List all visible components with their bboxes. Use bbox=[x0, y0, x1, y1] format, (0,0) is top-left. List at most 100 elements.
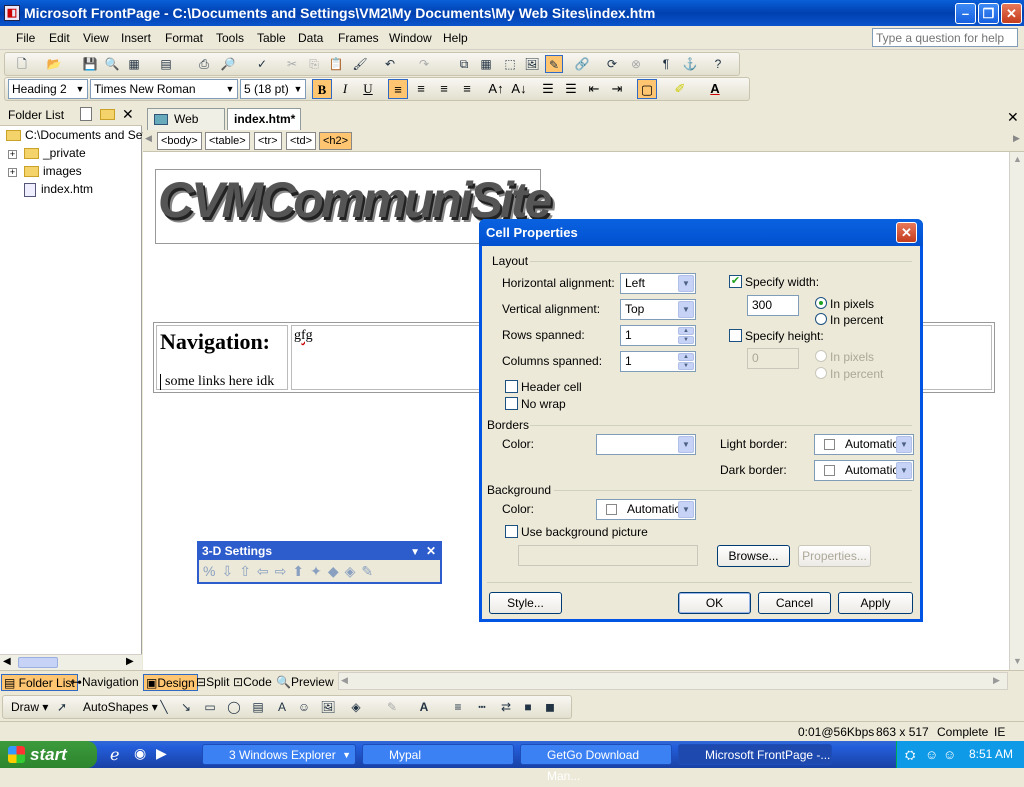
open-icon[interactable]: 📂 bbox=[45, 55, 63, 73]
close-icon[interactable]: ✕ bbox=[122, 106, 134, 123]
scroll-thumb[interactable] bbox=[18, 657, 58, 668]
arrow-style-icon[interactable]: ⇄ bbox=[497, 698, 515, 716]
wordart-icon[interactable]: A bbox=[273, 698, 291, 716]
oval-icon[interactable]: ◯ bbox=[225, 698, 243, 716]
vertical-scrollbar[interactable]: ▲ ▼ bbox=[1009, 152, 1024, 670]
underline-button[interactable]: U bbox=[358, 79, 378, 99]
apply-button[interactable]: Apply bbox=[838, 592, 913, 614]
paste-icon[interactable]: 📋 bbox=[327, 55, 345, 73]
menu-data[interactable]: Data bbox=[298, 31, 323, 45]
line-icon[interactable]: ╲ bbox=[155, 698, 173, 716]
close-button[interactable]: ✕ bbox=[1001, 3, 1022, 24]
task-frontpage[interactable]: Microsoft FrontPage -... bbox=[678, 744, 832, 765]
browser-icon[interactable]: ◉ bbox=[134, 745, 146, 762]
tree-item-index[interactable]: index.htm bbox=[24, 182, 93, 197]
menu-file[interactable]: File bbox=[16, 31, 35, 45]
hyperlink-icon[interactable]: 🔗 bbox=[573, 55, 591, 73]
task-getgo[interactable]: GetGo Download Man... bbox=[520, 744, 672, 783]
network-icon[interactable]: ⛭ bbox=[905, 741, 915, 768]
shadow-icon[interactable]: ■ bbox=[519, 698, 537, 716]
tilt-left-icon[interactable]: ⇦ bbox=[257, 563, 275, 579]
width-pixels-radio[interactable] bbox=[815, 297, 827, 309]
close-icon[interactable]: ✕ bbox=[1007, 109, 1019, 126]
web-component-icon[interactable]: ⧉ bbox=[455, 55, 473, 73]
horizontal-scrollbar[interactable]: ◀ ▶ bbox=[338, 672, 1008, 690]
increase-indent-icon[interactable]: ⇥ bbox=[607, 79, 627, 99]
height-pixels-radio[interactable] bbox=[815, 350, 827, 362]
spin-down-icon[interactable]: ▼ bbox=[678, 336, 694, 344]
menu-view[interactable]: View bbox=[83, 31, 109, 45]
layer-icon[interactable]: ⬚ bbox=[501, 55, 519, 73]
new-page-icon[interactable] bbox=[80, 107, 92, 121]
frontpage-app-icon[interactable]: ◧ bbox=[4, 5, 20, 21]
light-border-select[interactable]: Automatic ▼ bbox=[814, 434, 914, 455]
clipart-icon[interactable]: ☺ bbox=[295, 698, 313, 716]
redo-icon[interactable]: ↷ bbox=[415, 55, 433, 73]
justify-icon[interactable]: ≡ bbox=[457, 79, 477, 99]
drawing-icon[interactable]: ✎ bbox=[545, 55, 563, 73]
table-icon[interactable]: ▦ bbox=[477, 55, 495, 73]
specify-width-checkbox[interactable]: ✔ bbox=[729, 275, 742, 288]
select-pointer-icon[interactable]: ➚ bbox=[53, 698, 71, 716]
lighting-icon[interactable]: ◆ bbox=[328, 563, 345, 579]
surface-icon[interactable]: ◈ bbox=[345, 563, 362, 579]
menu-frames[interactable]: Frames bbox=[338, 31, 379, 45]
cut-icon[interactable]: ✂ bbox=[283, 55, 301, 73]
depth-icon[interactable]: ⬆ bbox=[292, 563, 310, 579]
tag-table[interactable]: <table> bbox=[205, 132, 250, 150]
background-color-select[interactable]: Automatic ▼ bbox=[596, 499, 696, 520]
v-align-select[interactable]: Top ▼ bbox=[620, 299, 696, 320]
help-search-input[interactable] bbox=[872, 28, 1018, 47]
start-button[interactable]: start bbox=[0, 741, 97, 768]
header-cell-checkbox[interactable] bbox=[505, 380, 518, 393]
tag-body[interactable]: <body> bbox=[157, 132, 202, 150]
direction-icon[interactable]: ✦ bbox=[310, 563, 328, 579]
dark-border-select[interactable]: Automatic ▼ bbox=[814, 460, 914, 481]
restore-button[interactable]: ❐ bbox=[978, 3, 999, 24]
dash-style-icon[interactable]: ┅ bbox=[473, 698, 491, 716]
spin-up-icon[interactable]: ▲ bbox=[678, 327, 694, 335]
picture-icon[interactable]: 🖼 bbox=[319, 698, 337, 716]
background-picture-input[interactable] bbox=[518, 545, 698, 566]
print-icon[interactable]: ⎙ bbox=[195, 55, 213, 73]
tree-root[interactable]: C:\Documents and Setti bbox=[6, 128, 152, 142]
task-mypal[interactable]: Mypal bbox=[362, 744, 514, 765]
font-color-icon[interactable]: A bbox=[705, 79, 725, 99]
horizontal-scrollbar[interactable]: ◀ ▶ bbox=[0, 654, 142, 670]
tab-design[interactable]: ▣Design bbox=[143, 674, 198, 691]
menu-table[interactable]: Table bbox=[257, 31, 286, 45]
close-icon[interactable]: ✕ bbox=[426, 543, 436, 560]
width-input[interactable]: 300 bbox=[747, 295, 799, 316]
align-right-icon[interactable]: ≡ bbox=[434, 79, 454, 99]
close-button[interactable]: ✕ bbox=[896, 222, 917, 243]
3d-settings-toolbar[interactable]: 3-D Settings ▼ ✕ %⇩⇧⇦⇨⬆✦◆◈✎ bbox=[197, 541, 442, 584]
3d-style-icon[interactable]: ◼ bbox=[541, 698, 559, 716]
save-icon[interactable]: 💾 bbox=[81, 55, 99, 73]
tag-td[interactable]: <td> bbox=[286, 132, 317, 150]
tilt-right-icon[interactable]: ⇨ bbox=[275, 563, 293, 579]
menu-insert[interactable]: Insert bbox=[121, 31, 151, 45]
insert-table-icon[interactable]: ▤ bbox=[157, 55, 175, 73]
show-all-icon[interactable]: ¶ bbox=[657, 55, 675, 73]
help-icon[interactable]: ? bbox=[709, 55, 727, 73]
format-painter-icon[interactable]: 🖌 bbox=[351, 55, 369, 73]
media-icon[interactable]: ▶ bbox=[156, 745, 167, 762]
rows-spanned-input[interactable]: 1 ▲ ▼ bbox=[620, 325, 696, 346]
borders-icon[interactable]: ▢ bbox=[637, 79, 657, 99]
font-select[interactable]: Times New Roman ▼ bbox=[90, 79, 238, 99]
bold-button[interactable]: B bbox=[312, 79, 332, 99]
volume-icon[interactable]: ☺ bbox=[943, 741, 956, 768]
ok-button[interactable]: OK bbox=[678, 592, 751, 614]
spelling-icon[interactable]: ✓ bbox=[253, 55, 271, 73]
cols-spanned-input[interactable]: 1 ▲ ▼ bbox=[620, 351, 696, 372]
3d-toggle-icon[interactable]: % bbox=[203, 563, 221, 579]
messenger-icon[interactable]: ☺ bbox=[925, 741, 938, 768]
tab-preview[interactable]: 🔍Preview bbox=[274, 674, 336, 691]
spin-down-icon[interactable]: ▼ bbox=[678, 362, 694, 370]
spin-up-icon[interactable]: ▲ bbox=[678, 353, 694, 361]
numbering-icon[interactable]: ☰ bbox=[538, 79, 558, 99]
print-preview-icon[interactable]: 🔎 bbox=[219, 55, 237, 73]
tab-index-htm[interactable]: index.htm* bbox=[227, 108, 301, 130]
refresh-icon[interactable]: ⟳ bbox=[603, 55, 621, 73]
minimize-button[interactable]: – bbox=[955, 3, 976, 24]
